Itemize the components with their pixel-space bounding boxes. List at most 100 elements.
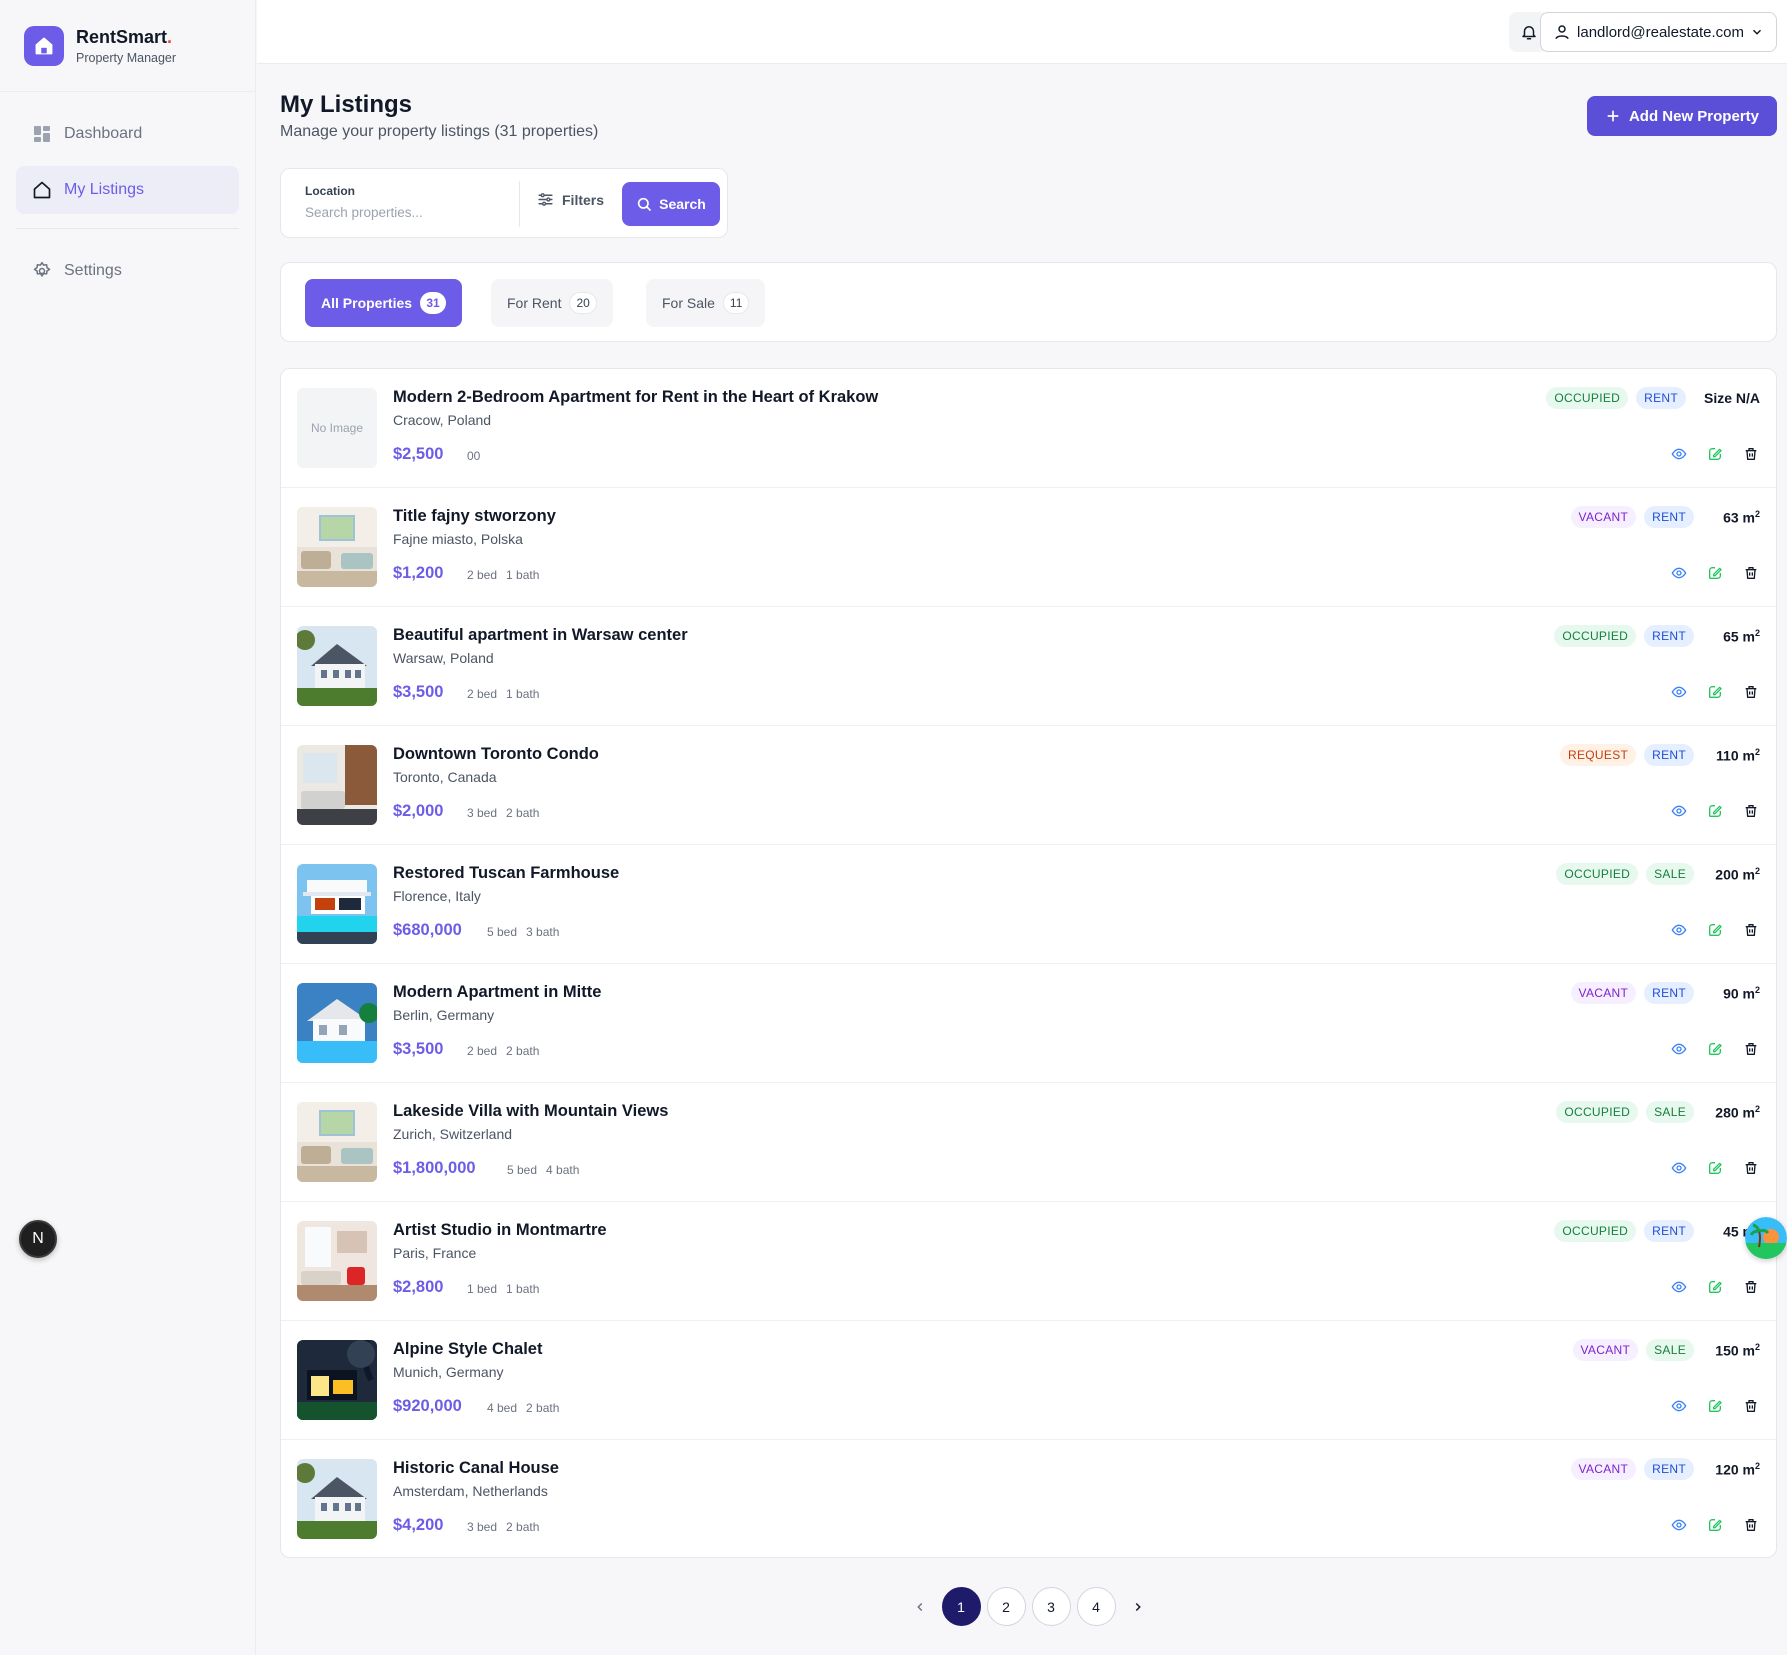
sidebar-item-dashboard[interactable]: Dashboard — [16, 110, 239, 158]
delete-trash-icon[interactable] — [1742, 921, 1760, 939]
listing-title[interactable]: Title fajny stworzony — [393, 507, 556, 526]
listing-title[interactable]: Modern Apartment in Mitte — [393, 983, 601, 1002]
tab-all-properties[interactable]: All Properties 31 — [305, 279, 463, 327]
listing-row[interactable]: No Image Modern 2-Bedroom Apartment for R… — [281, 369, 1776, 488]
view-eye-icon[interactable] — [1670, 1516, 1688, 1534]
filters-button[interactable]: Filters — [537, 191, 604, 208]
page-button-1[interactable]: 1 — [941, 1587, 981, 1626]
listing-title[interactable]: Alpine Style Chalet — [393, 1340, 542, 1359]
delete-trash-icon[interactable] — [1742, 1516, 1760, 1534]
add-property-button[interactable]: Add New Property — [1586, 96, 1777, 136]
listing-thumbnail[interactable] — [297, 507, 377, 587]
delete-trash-icon[interactable] — [1742, 1397, 1760, 1415]
listing-title[interactable]: Beautiful apartment in Warsaw center — [393, 626, 688, 645]
edit-icon[interactable] — [1706, 1516, 1724, 1534]
listing-thumbnail[interactable] — [297, 1340, 377, 1420]
next-page-button[interactable] — [1122, 1588, 1154, 1626]
listing-title[interactable]: Artist Studio in Montmartre — [393, 1221, 607, 1240]
listing-row[interactable]: Lakeside Villa with Mountain Views Zurich… — [281, 1083, 1776, 1202]
edit-icon[interactable] — [1706, 445, 1724, 463]
size-unit-exponent: 2 — [1754, 865, 1760, 876]
bell-icon — [1522, 26, 1536, 40]
page-button-2[interactable]: 2 — [986, 1587, 1026, 1626]
view-eye-icon[interactable] — [1670, 1397, 1688, 1415]
page-button-4[interactable]: 4 — [1076, 1587, 1116, 1626]
listing-badges: VACANT SALE 150 m2 — [1572, 1339, 1760, 1361]
listing-row[interactable]: Restored Tuscan Farmhouse Florence, Italy… — [281, 845, 1776, 964]
edit-icon[interactable] — [1706, 564, 1724, 582]
delete-trash-icon[interactable] — [1742, 1278, 1760, 1296]
listing-title[interactable]: Downtown Toronto Condo — [393, 745, 599, 764]
search-button[interactable]: Search — [622, 182, 720, 226]
view-eye-icon[interactable] — [1670, 1159, 1688, 1177]
listing-row[interactable]: Title fajny stworzony Fajne miasto, Polsk… — [281, 488, 1776, 607]
listing-size-value: 63 m — [1723, 509, 1755, 526]
listing-row[interactable]: Artist Studio in Montmartre Paris, France… — [281, 1202, 1776, 1321]
search-icon — [637, 197, 651, 211]
listing-thumbnail[interactable] — [297, 1102, 377, 1182]
listing-row[interactable]: Modern Apartment in Mitte Berlin, Germany… — [281, 964, 1776, 1083]
view-eye-icon[interactable] — [1670, 1040, 1688, 1058]
dev-tools-badge[interactable]: N — [19, 1220, 57, 1258]
listing-price: $1,800,000 — [393, 1159, 476, 1177]
location-search-input[interactable] — [305, 205, 505, 220]
listing-meta: 00 — [467, 449, 480, 463]
edit-icon[interactable] — [1706, 1278, 1724, 1296]
listing-thumbnail[interactable] — [297, 745, 377, 825]
view-eye-icon[interactable] — [1670, 683, 1688, 701]
listing-title[interactable]: Historic Canal House — [393, 1459, 559, 1478]
view-eye-icon[interactable] — [1670, 564, 1688, 582]
listing-meta-item: 1 bath — [506, 568, 540, 582]
listing-meta-item: 1 bed — [467, 1282, 498, 1296]
sidebar-item-my-listings[interactable]: My Listings — [16, 166, 239, 214]
listing-thumbnail[interactable] — [297, 1459, 377, 1539]
listing-thumbnail[interactable] — [297, 626, 377, 706]
listing-size-value: 120 m — [1715, 1461, 1755, 1478]
sidebar-item-settings[interactable]: Settings — [16, 247, 239, 295]
listing-row[interactable]: Alpine Style Chalet Munich, Germany $920,0… — [281, 1321, 1776, 1440]
listing-location: Cracow, Poland — [393, 412, 492, 428]
listing-size-value: 110 m — [1716, 747, 1755, 764]
view-eye-icon[interactable] — [1670, 1278, 1688, 1296]
listing-thumbnail[interactable] — [297, 864, 377, 944]
size-unit-exponent: 2 — [1754, 1341, 1760, 1352]
edit-icon[interactable] — [1706, 1040, 1724, 1058]
floating-assistant-button[interactable] — [1745, 1217, 1787, 1259]
delete-trash-icon[interactable] — [1742, 1040, 1760, 1058]
edit-icon[interactable] — [1706, 802, 1724, 820]
edit-icon[interactable] — [1706, 1159, 1724, 1177]
location-label: Location — [305, 184, 355, 198]
view-eye-icon[interactable] — [1670, 802, 1688, 820]
tab-label: For Sale — [662, 295, 715, 311]
listing-title[interactable]: Lakeside Villa with Mountain Views — [393, 1102, 668, 1121]
prev-page-button[interactable] — [904, 1588, 936, 1626]
listing-meta-item: 2 bed — [467, 687, 498, 701]
edit-icon[interactable] — [1706, 921, 1724, 939]
listing-thumbnail[interactable] — [297, 1221, 377, 1301]
edit-icon[interactable] — [1706, 1397, 1724, 1415]
delete-trash-icon[interactable] — [1742, 564, 1760, 582]
page-button-3[interactable]: 3 — [1031, 1587, 1071, 1626]
tab-for-sale[interactable]: For Sale 11 — [646, 279, 766, 327]
listing-row[interactable]: Historic Canal House Amsterdam, Netherlan… — [281, 1440, 1776, 1557]
tab-for-rent[interactable]: For Rent 20 — [491, 279, 613, 327]
listing-row[interactable]: Downtown Toronto Condo Toronto, Canada $2,… — [281, 726, 1776, 845]
listing-title[interactable]: Modern 2-Bedroom Apartment for Rent in t… — [393, 388, 878, 407]
listing-row[interactable]: Beautiful apartment in Warsaw center Wars… — [281, 607, 1776, 726]
delete-trash-icon[interactable] — [1742, 1159, 1760, 1177]
brand[interactable]: RentSmart. Property Manager — [0, 0, 255, 92]
view-eye-icon[interactable] — [1670, 921, 1688, 939]
edit-icon[interactable] — [1706, 683, 1724, 701]
listing-meta: 4 bed 2 bath — [487, 1401, 559, 1415]
delete-trash-icon[interactable] — [1742, 445, 1760, 463]
listing-title[interactable]: Restored Tuscan Farmhouse — [393, 864, 619, 883]
delete-trash-icon[interactable] — [1742, 802, 1760, 820]
delete-trash-icon[interactable] — [1742, 683, 1760, 701]
listing-location: Toronto, Canada — [393, 769, 497, 785]
page-title: My Listings — [280, 91, 413, 118]
view-eye-icon[interactable] — [1670, 445, 1688, 463]
user-menu-button[interactable]: landlord@realestate.com — [1540, 12, 1777, 52]
listing-filter-tabs: All Properties 31 For Rent 20 For Sale 1… — [280, 262, 1777, 342]
listing-size: 120 m2 — [1712, 1461, 1760, 1478]
listing-thumbnail[interactable] — [297, 983, 377, 1063]
